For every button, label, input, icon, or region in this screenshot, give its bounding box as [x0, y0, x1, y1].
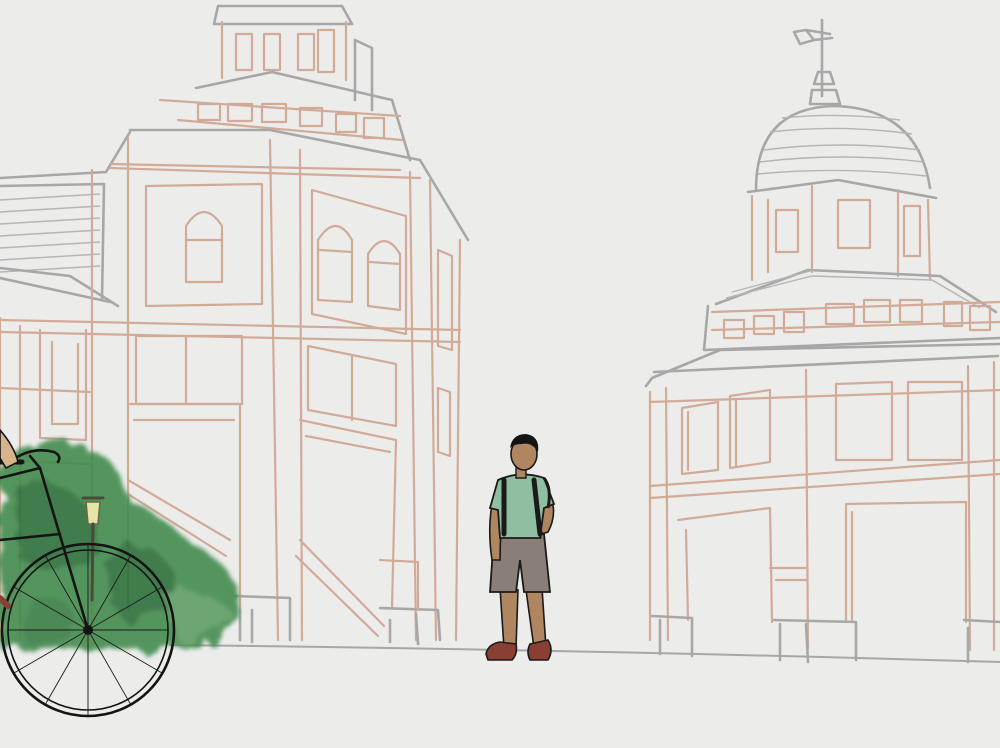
dome-building	[644, 18, 1000, 664]
foliage-bush	[0, 441, 240, 650]
student-figure	[485, 434, 556, 661]
ground-line	[169, 644, 1000, 663]
campus-illustration	[0, 4, 1000, 718]
